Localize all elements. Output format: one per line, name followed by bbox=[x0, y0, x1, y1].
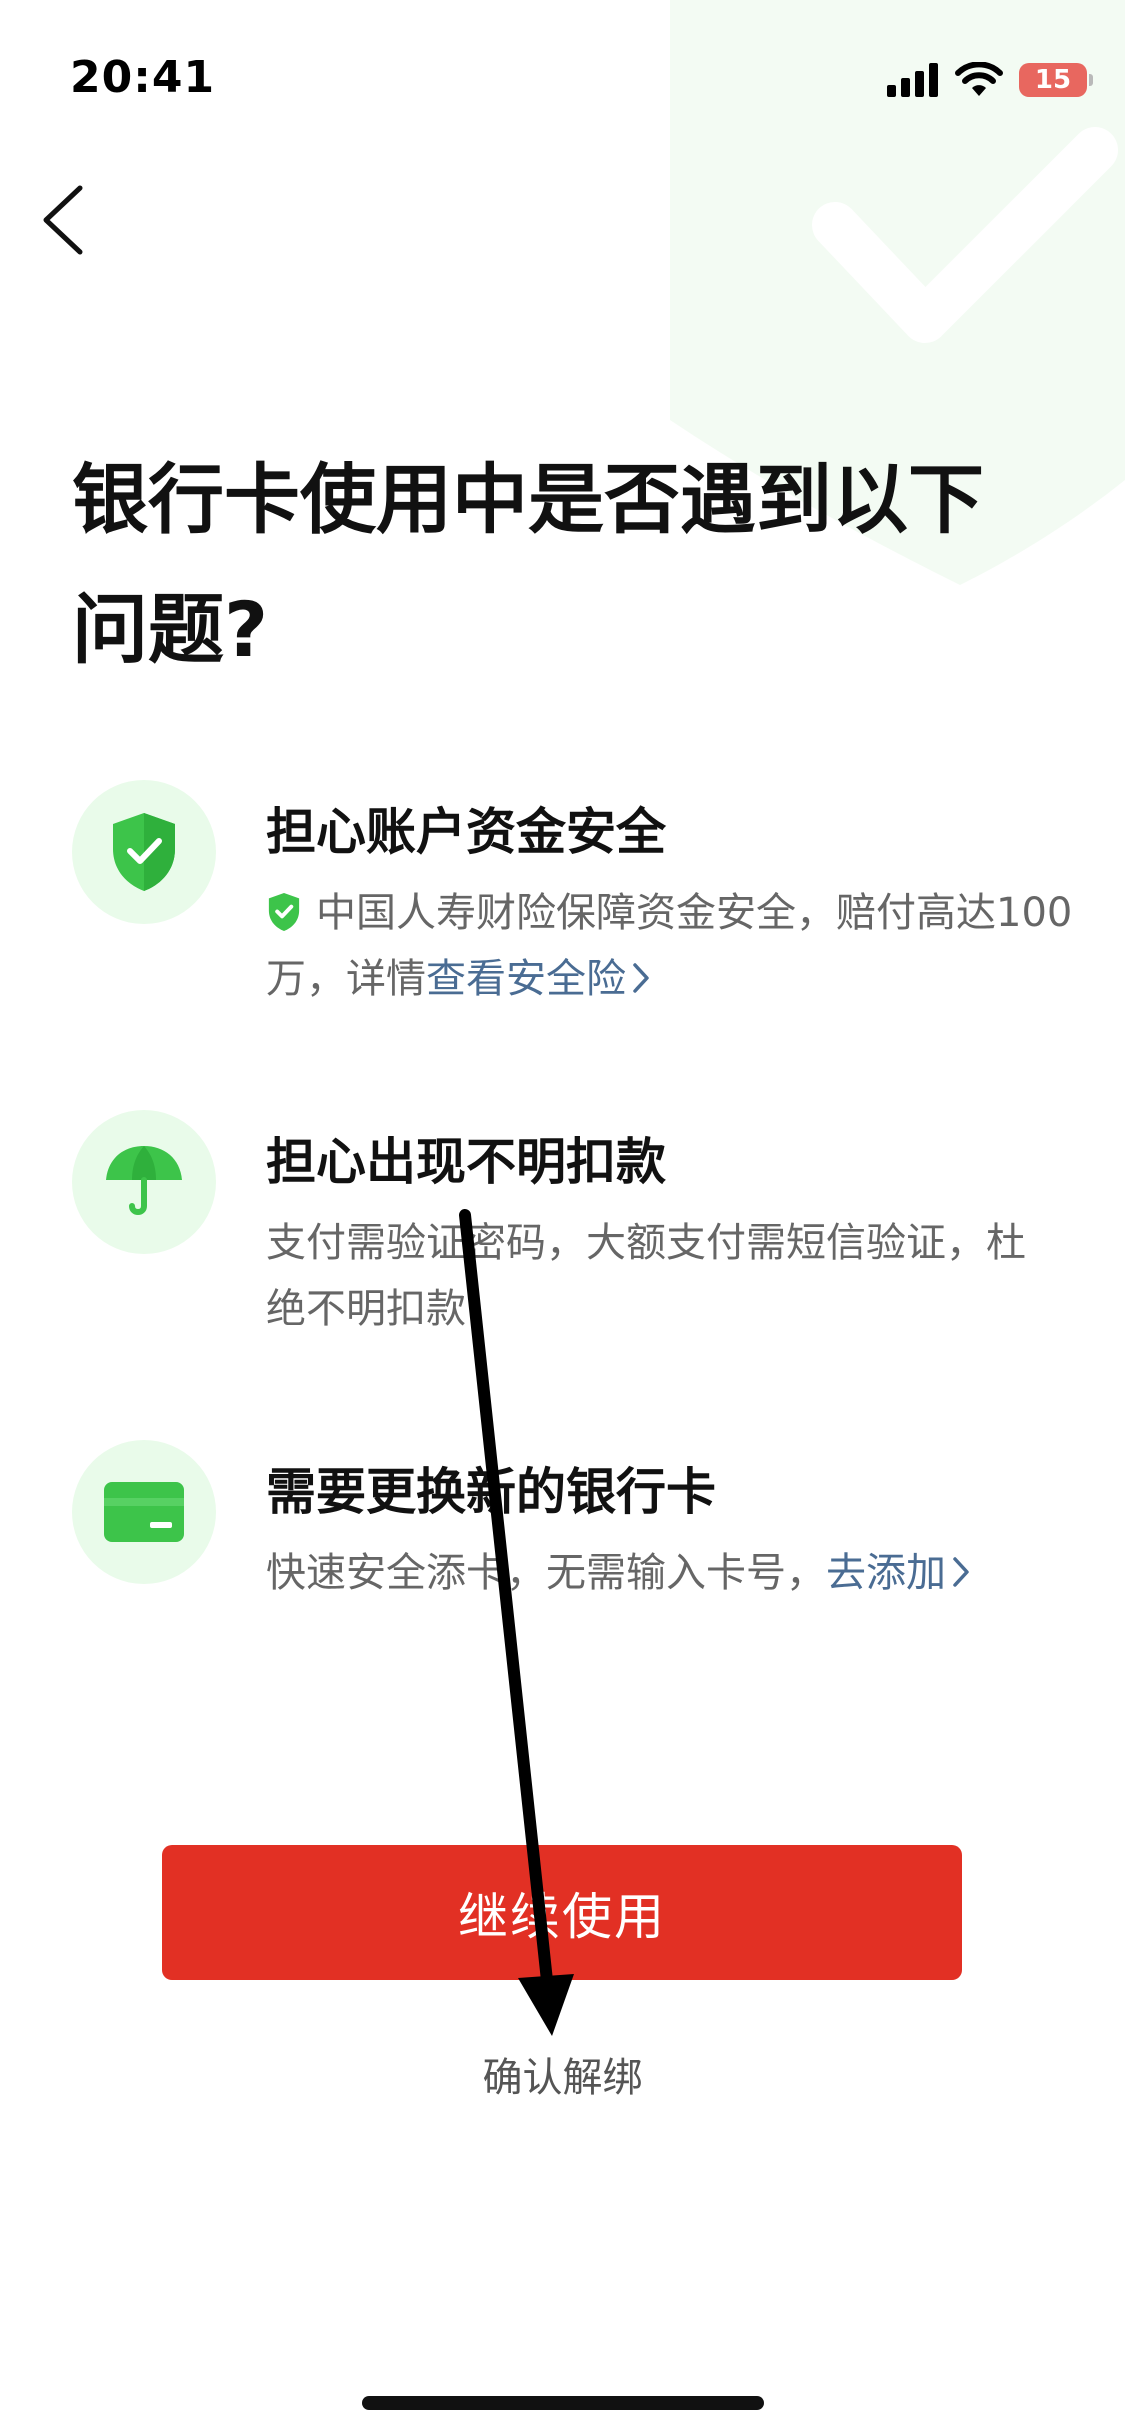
feature-title: 需要更换新的银行卡 bbox=[266, 1463, 716, 1521]
page-title-line-2: 问题? bbox=[72, 585, 269, 674]
add-card-link[interactable]: 去添加 bbox=[826, 1550, 972, 1596]
confirm-unbind-link[interactable]: 确认解绑 bbox=[0, 2045, 1125, 2103]
view-insurance-link[interactable]: 查看安全险 bbox=[426, 956, 652, 1002]
feature-description-text: 快速安全添卡，无需输入卡号， bbox=[266, 1550, 826, 1596]
chevron-left-icon bbox=[43, 185, 83, 255]
small-shield-check-icon bbox=[268, 892, 300, 932]
feature-icon-bg bbox=[72, 1110, 216, 1254]
view-insurance-link-label: 查看安全险 bbox=[426, 956, 626, 1002]
feature-title: 担心账户资金安全 bbox=[266, 803, 666, 861]
battery-charging-icon: 15 bbox=[1019, 63, 1093, 97]
continue-using-label: 继续使用 bbox=[458, 1888, 666, 1945]
feature-description: 快速安全添卡，无需输入卡号，去添加 bbox=[266, 1540, 1116, 1606]
feature-description-text: 中国人寿财险保障资金安全，赔付高达100万，详情 bbox=[266, 890, 1073, 1002]
chevron-right-icon bbox=[633, 963, 649, 993]
umbrella-icon bbox=[106, 1146, 182, 1215]
wifi-icon bbox=[955, 62, 1003, 96]
status-time: 20:41 bbox=[70, 52, 216, 103]
feature-icon-bg bbox=[72, 1440, 216, 1584]
home-indicator[interactable] bbox=[362, 2396, 764, 2410]
page-title: 银行卡使用中是否遇到以下 问题? bbox=[72, 435, 1032, 695]
add-card-link-label: 去添加 bbox=[826, 1550, 946, 1596]
battery-level: 15 bbox=[1034, 65, 1072, 95]
chevron-right-icon bbox=[953, 1557, 969, 1587]
card-icon bbox=[104, 1482, 184, 1542]
feature-description: 支付需验证密码，大额支付需短信验证，杜绝不明扣款 bbox=[266, 1220, 1026, 1332]
shield-check-icon bbox=[113, 813, 175, 891]
page-title-line-1: 银行卡使用中是否遇到以下 bbox=[72, 455, 984, 544]
feature-title: 担心出现不明扣款 bbox=[266, 1133, 666, 1191]
signal-icon bbox=[887, 63, 938, 97]
feature-icon-bg bbox=[72, 780, 216, 924]
back-button[interactable] bbox=[36, 180, 96, 260]
feature-description: 中国人寿财险保障资金安全，赔付高达100万，详情查看安全险 bbox=[266, 880, 1116, 1012]
status-icons: 15 bbox=[887, 62, 1093, 98]
battery-cap bbox=[1089, 74, 1093, 86]
continue-using-button[interactable]: 继续使用 bbox=[162, 1845, 962, 1980]
